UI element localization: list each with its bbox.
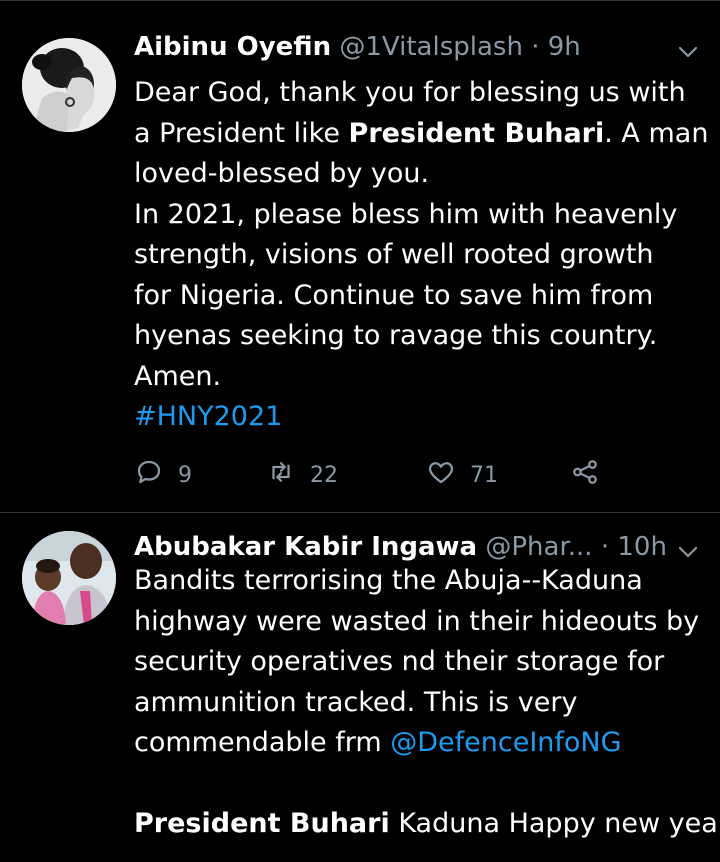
tweet-line: strength, visions of well rooted growth (134, 239, 654, 270)
bold-text: President Buhari (134, 808, 390, 839)
chevron-down-icon[interactable] (676, 40, 700, 64)
tweet-line: loved-blessed by you. (134, 158, 430, 189)
retweet-count: 22 (310, 462, 338, 488)
tweet-text: Dear God, thank you for blessing us with… (134, 73, 709, 438)
tweet-line: In 2021, please bless him with heavenly (134, 198, 678, 230)
reply-count: 9 (178, 462, 192, 488)
tweet-line: security operatives nd their storage for (134, 646, 665, 677)
author-name[interactable]: Abubakar Kabir Ingawa (134, 532, 477, 562)
author-name[interactable]: Aibinu Oyefin (134, 32, 331, 62)
mention-bold: President Buhari (348, 117, 605, 149)
retweet-icon (266, 457, 296, 493)
share-icon (570, 457, 600, 493)
timestamp[interactable]: 10h (617, 532, 667, 562)
reply-icon (134, 457, 164, 493)
separator: · (600, 532, 610, 562)
tweet-line: Bandits terrorising the Abuja--Kaduna (134, 565, 643, 596)
tweet-text: Bandits terrorising the Abuja--Kaduna hi… (134, 561, 720, 845)
separator: · (531, 32, 540, 62)
tweet-line: for Nigeria. Continue to save him from (134, 279, 654, 311)
hashtag-link[interactable]: #HNY2021 (134, 397, 700, 438)
retweet-button[interactable]: 22 (266, 455, 338, 495)
share-button[interactable] (570, 455, 600, 495)
tweet-line: hyenas seeking to ravage this country. (134, 320, 658, 351)
tweet-line: a President like President Buhari. A man (134, 117, 709, 149)
like-button[interactable]: 71 (426, 455, 498, 495)
tweet-line: Dear God, thank you for blessing us with (134, 77, 686, 108)
tweet-line: commendable frm @DefenceInfoNG (134, 727, 622, 758)
reply-button[interactable]: 9 (134, 455, 192, 495)
author-handle[interactable]: @Phar... (485, 532, 592, 562)
tweet-line: ammunition tracked. This is very (134, 686, 578, 718)
tweet-line: President Buhari Kaduna Happy new year (134, 808, 720, 839)
tweet[interactable]: Aibinu Oyefin @1Vitalsplash · 9h Dear Go… (0, 0, 720, 513)
author-handle[interactable]: @1Vitalsplash (339, 32, 523, 62)
mention-link[interactable]: @DefenceInfoNG (390, 727, 621, 758)
tweet-line: Amen. (134, 360, 222, 392)
tweet-header: Aibinu Oyefin @1Vitalsplash · 9h (134, 27, 672, 67)
tweet-line: highway were wasted in their hideouts by (134, 605, 700, 637)
heart-icon (426, 457, 456, 493)
like-count: 71 (470, 462, 498, 488)
avatar[interactable] (22, 531, 116, 625)
tweet-actions: 9 22 71 (134, 455, 614, 495)
avatar[interactable] (22, 38, 116, 132)
timestamp[interactable]: 9h (548, 32, 581, 62)
